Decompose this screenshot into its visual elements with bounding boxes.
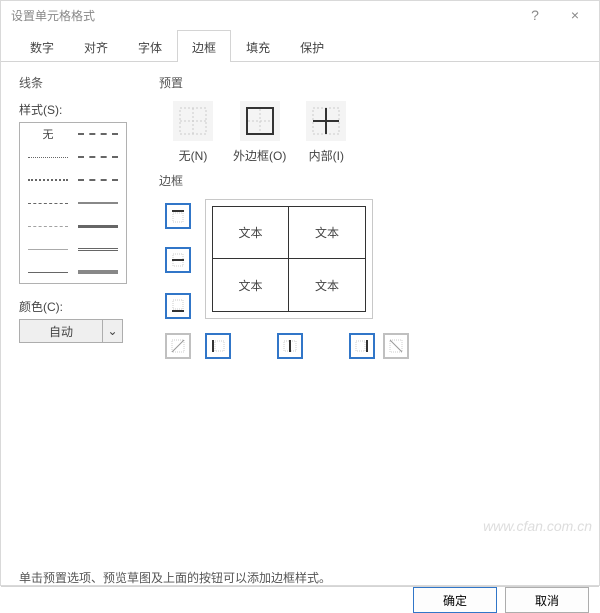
line-style-dotted2[interactable]: [28, 179, 68, 181]
dialog-footer: 确定 取消: [1, 586, 599, 613]
line-style-dashdotdot[interactable]: [78, 179, 118, 181]
tab-alignment[interactable]: 对齐: [69, 30, 123, 62]
preview-cell: 文本: [213, 259, 289, 311]
line-style-double[interactable]: [78, 248, 118, 251]
tab-protection[interactable]: 保护: [285, 30, 339, 62]
color-value: 自动: [20, 323, 102, 340]
line-column: 线条 样式(S): 无 颜色(C): 自动 ⌄: [19, 74, 147, 343]
line-style-hair[interactable]: [28, 249, 68, 250]
help-icon[interactable]: ?: [515, 1, 555, 29]
preview-cell: 文本: [289, 207, 365, 259]
preset-border-column: 预置 无(N) 外边框(O): [159, 74, 581, 369]
border-middle-v-button[interactable]: [277, 333, 303, 359]
line-style-thick[interactable]: [78, 225, 118, 228]
preset-none[interactable]: [173, 101, 213, 141]
line-section-title: 线条: [19, 74, 147, 91]
chevron-down-icon: ⌄: [102, 320, 122, 342]
preview-cell: 文本: [289, 259, 365, 311]
border-middle-h-button[interactable]: [165, 247, 191, 273]
preset-outline-label: 外边框(O): [233, 147, 286, 164]
style-label: 样式(S):: [19, 101, 147, 118]
line-style-heavy[interactable]: [78, 270, 118, 274]
titlebar: 设置单元格格式 ? ×: [1, 1, 599, 29]
tab-number[interactable]: 数字: [15, 30, 69, 62]
line-style-dashed[interactable]: [28, 203, 68, 204]
line-style-dotted[interactable]: [28, 157, 68, 158]
close-icon[interactable]: ×: [555, 1, 595, 29]
preset-none-label: 无(N): [179, 147, 208, 164]
border-diagonal-up-button[interactable]: [165, 333, 191, 359]
border-diagonal-down-button[interactable]: [383, 333, 409, 359]
preset-outline[interactable]: [240, 101, 280, 141]
border-bottom-button[interactable]: [165, 293, 191, 319]
hint-text: 单击预置选项、预览草图及上面的按钮可以添加边框样式。: [19, 369, 581, 586]
presets-row: 无(N) 外边框(O) 内部(I): [173, 101, 581, 164]
tab-border[interactable]: 边框: [177, 30, 231, 62]
preset-inside[interactable]: [306, 101, 346, 141]
presets-title: 预置: [159, 74, 581, 91]
tab-font[interactable]: 字体: [123, 30, 177, 62]
tab-fill[interactable]: 填充: [231, 30, 285, 62]
border-edit-area: 文本 文本 文本 文本: [159, 199, 581, 369]
line-style-thin[interactable]: [28, 272, 68, 273]
color-group: 颜色(C): 自动 ⌄: [19, 298, 147, 343]
border-preview[interactable]: 文本 文本 文本 文本: [205, 199, 373, 319]
content-area: 线条 样式(S): 无 颜色(C): 自动 ⌄ 预置: [1, 62, 599, 586]
preview-cell: 文本: [213, 207, 289, 259]
preset-inside-label: 内部(I): [309, 147, 344, 164]
format-cells-dialog: 设置单元格格式 ? × 数字 对齐 字体 边框 填充 保护 线条 样式(S): …: [0, 0, 600, 586]
line-style-dashdot[interactable]: [78, 156, 118, 158]
border-left-button[interactable]: [205, 333, 231, 359]
tab-bar: 数字 对齐 字体 边框 填充 保护: [1, 29, 599, 62]
border-top-button[interactable]: [165, 203, 191, 229]
color-select[interactable]: 自动 ⌄: [19, 319, 123, 343]
color-label: 颜色(C):: [19, 298, 147, 315]
window-title: 设置单元格格式: [11, 7, 515, 24]
line-style-list[interactable]: 无: [19, 122, 127, 284]
line-style-dashed2[interactable]: [28, 226, 68, 227]
line-style-none[interactable]: 无: [43, 126, 54, 142]
ok-button[interactable]: 确定: [413, 587, 497, 613]
cancel-button[interactable]: 取消: [505, 587, 589, 613]
line-style-medium[interactable]: [78, 202, 118, 204]
line-style-dash-thick[interactable]: [78, 133, 118, 135]
border-title: 边框: [159, 172, 581, 189]
border-right-button[interactable]: [349, 333, 375, 359]
